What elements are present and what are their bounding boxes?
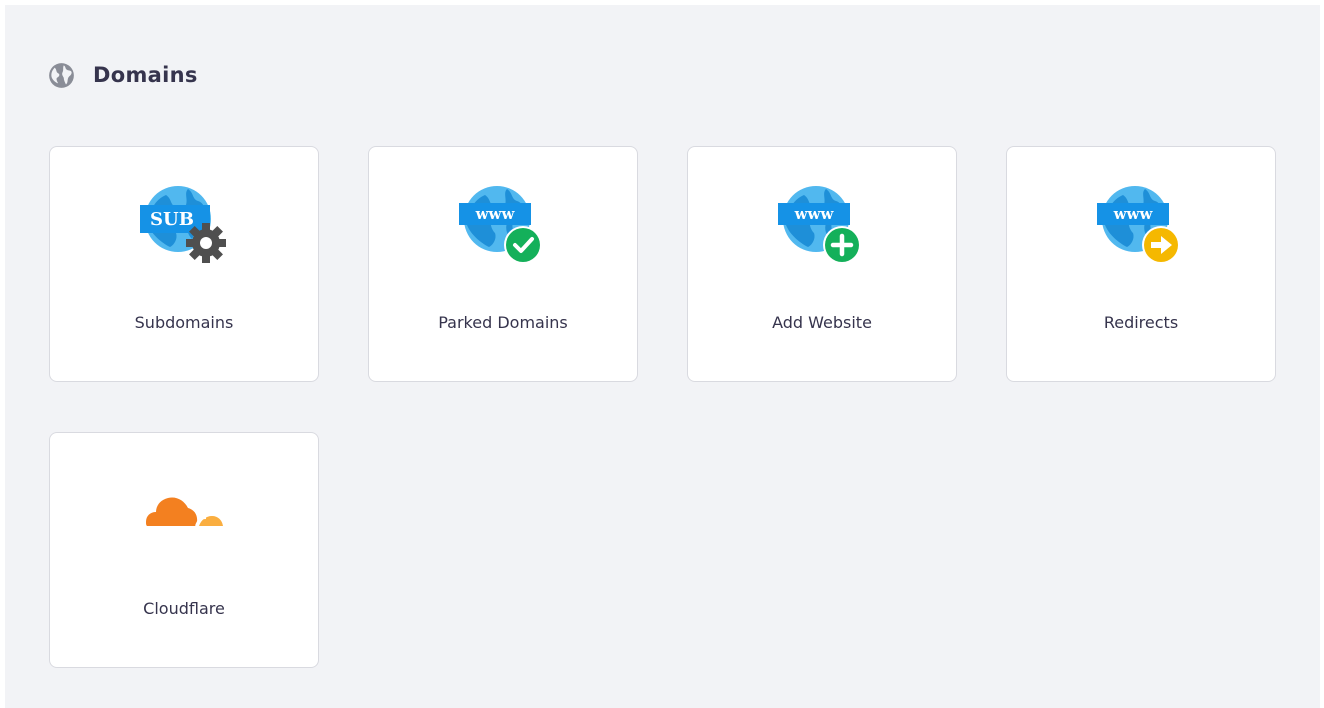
cloudflare-icon	[146, 497, 223, 527]
page-title: Domains	[93, 63, 198, 87]
www-banner-text: www	[794, 205, 835, 223]
www-banner-text: www	[475, 205, 516, 223]
globe-icon	[49, 62, 74, 88]
section-header: Domains	[48, 57, 198, 93]
redirects-tile[interactable]: www Redirects	[1006, 146, 1276, 382]
domains-panel: Domains SUB Subdomains www Parked Domain…	[5, 5, 1320, 708]
subdomains-tile[interactable]: SUB Subdomains	[49, 146, 319, 382]
cloudflare-tile[interactable]: Cloudflare	[49, 432, 319, 668]
www-arrow-icon: www	[1097, 186, 1180, 264]
parked-domains-tile[interactable]: www Parked Domains	[368, 146, 638, 382]
www-banner-text: www	[1113, 205, 1154, 223]
www-check-icon: www	[459, 186, 542, 264]
tile-label: Redirects	[1103, 313, 1179, 332]
add-website-tile[interactable]: www Add Website	[687, 146, 957, 382]
sub-banner-text: SUB	[150, 209, 194, 230]
tile-label: Cloudflare	[143, 599, 225, 618]
subdomain-gear-icon: SUB	[140, 186, 226, 263]
tile-label: Subdomains	[134, 313, 234, 332]
www-plus-icon: www	[778, 186, 861, 264]
tile-label: Parked Domains	[438, 313, 568, 332]
tile-label: Add Website	[772, 313, 872, 332]
